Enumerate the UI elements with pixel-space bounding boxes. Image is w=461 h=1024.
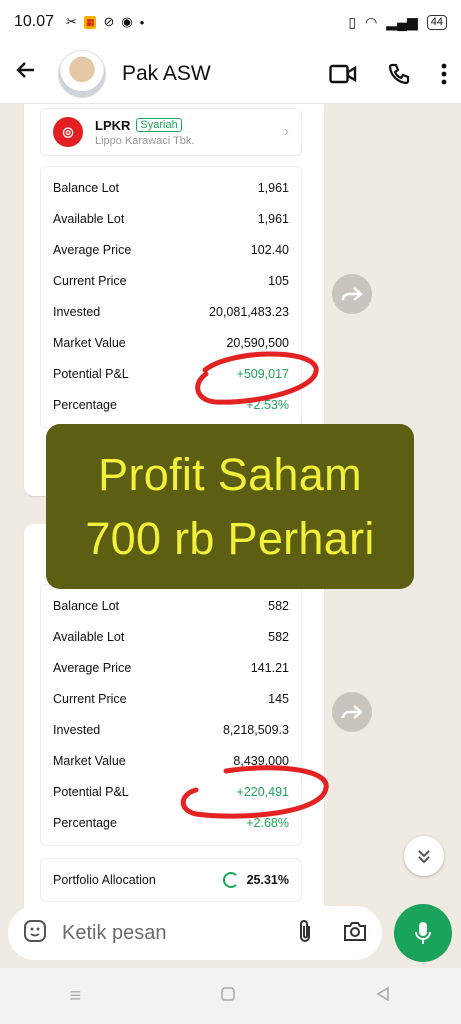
home-icon[interactable]	[220, 986, 236, 1007]
attach-icon[interactable]	[296, 918, 314, 949]
message-input-container[interactable]	[8, 906, 382, 960]
status-time: 10.07	[14, 13, 55, 30]
dot-icon: •	[139, 14, 145, 30]
phone-call-icon[interactable]	[387, 62, 411, 86]
contact-name[interactable]: Pak ASW	[122, 62, 211, 86]
vibrate-icon: ▯	[348, 13, 357, 30]
scroll-to-bottom-button[interactable]	[404, 836, 444, 876]
wifi-icon: ◠	[365, 13, 378, 30]
chat-header: Pak ASW	[0, 44, 461, 104]
message-input[interactable]	[60, 920, 274, 946]
app-notification-icon: ▦	[83, 15, 97, 29]
chat-area[interactable]: ◎ LPKR Syariah Lippo Karawaci Tbk. › Bal…	[0, 104, 461, 968]
microphone-icon	[415, 922, 431, 944]
target-icon: ◉	[121, 14, 133, 29]
back-arrow-icon[interactable]	[14, 58, 50, 89]
system-nav-bar: ≡	[0, 968, 461, 1024]
notification-icon: ✂	[66, 14, 77, 29]
camera-icon[interactable]	[342, 920, 368, 947]
battery-icon: 44	[426, 14, 447, 30]
red-annotation-circles	[180, 351, 329, 819]
double-chevron-down-icon	[418, 850, 430, 864]
back-nav-icon[interactable]	[375, 986, 391, 1007]
avatar[interactable]	[58, 49, 106, 98]
video-call-icon[interactable]	[329, 63, 357, 85]
signal-icon: ▂▄▆	[386, 13, 418, 30]
check-icon: ⊘	[103, 14, 115, 29]
more-options-icon[interactable]	[441, 62, 447, 86]
sticker-icon[interactable]	[22, 918, 48, 949]
recent-apps-icon[interactable]: ≡	[70, 985, 82, 1008]
voice-message-button[interactable]	[394, 904, 452, 962]
status-bar: 10.07 ✂ ▦ ⊘ ◉ • ▯ ◠ ▂▄▆ 44	[0, 0, 461, 44]
message-composer	[0, 900, 461, 968]
